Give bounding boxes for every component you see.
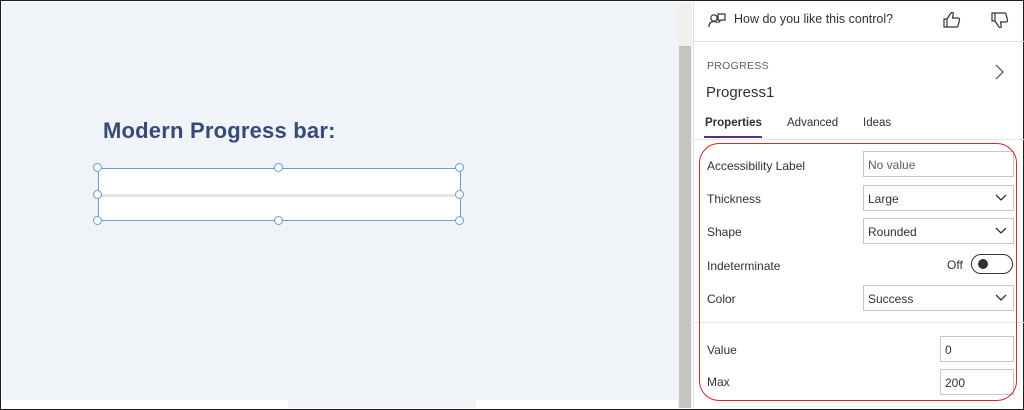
resize-handle[interactable] (455, 163, 464, 172)
shape-value: Rounded (868, 225, 917, 239)
resize-handle[interactable] (274, 216, 283, 225)
resize-handle[interactable] (455, 216, 464, 225)
chevron-down-icon (995, 194, 1007, 201)
properties-panel: How do you like this control? PROGRESS P… (693, 2, 1024, 408)
canvas-bottom-strip (476, 400, 678, 408)
feedback-prompt: How do you like this control? (734, 12, 894, 26)
resize-handle[interactable] (93, 216, 102, 225)
color-value: Success (868, 292, 914, 306)
thumbs-down-icon[interactable] (990, 10, 1010, 30)
color-label: Color (707, 292, 736, 306)
tab-ideas[interactable]: Ideas (863, 117, 891, 129)
accessibility-label-label: Accessibility Label (707, 159, 806, 173)
thickness-value: Large (868, 192, 899, 206)
resize-handle[interactable] (93, 163, 102, 172)
chevron-right-icon[interactable] (992, 62, 1006, 82)
tab-advanced[interactable]: Advanced (787, 117, 838, 129)
chevron-down-icon (995, 227, 1007, 234)
canvas-scrollbar-thumb[interactable] (679, 46, 691, 408)
toggle-knob (978, 259, 988, 269)
thickness-label: Thickness (707, 192, 762, 206)
canvas-bottom-strip (2, 400, 288, 408)
control-name[interactable]: Progress1 (706, 84, 774, 101)
shape-label: Shape (707, 225, 742, 239)
resize-handle[interactable] (455, 190, 464, 199)
indeterminate-state: Off (947, 258, 963, 272)
canvas-heading[interactable]: Modern Progress bar: (103, 118, 336, 144)
value-label: Value (707, 343, 737, 357)
indeterminate-toggle[interactable] (971, 254, 1013, 274)
section-divider (694, 322, 1024, 323)
thumbs-up-icon[interactable] (942, 10, 962, 30)
shape-dropdown[interactable]: Rounded (863, 218, 1014, 244)
max-label: Max (707, 375, 730, 389)
color-dropdown[interactable]: Success (863, 285, 1014, 311)
feedback-bar: How do you like this control? (694, 2, 1024, 42)
accessibility-label-input[interactable]: No value (863, 151, 1014, 177)
resize-handle[interactable] (93, 190, 102, 199)
control-type-label: PROGRESS (707, 60, 769, 72)
chevron-down-icon (995, 294, 1007, 301)
indeterminate-label: Indeterminate (707, 259, 781, 273)
resize-handle[interactable] (274, 163, 283, 172)
thickness-dropdown[interactable]: Large (863, 185, 1014, 211)
value-input[interactable]: 0 (940, 336, 1014, 362)
tabs-divider (694, 139, 1024, 140)
feedback-icon (708, 13, 726, 28)
tab-properties[interactable]: Properties (705, 117, 762, 129)
max-input[interactable]: 200 (940, 369, 1014, 395)
active-tab-indicator (704, 136, 762, 138)
progress-bar-track (99, 194, 460, 197)
